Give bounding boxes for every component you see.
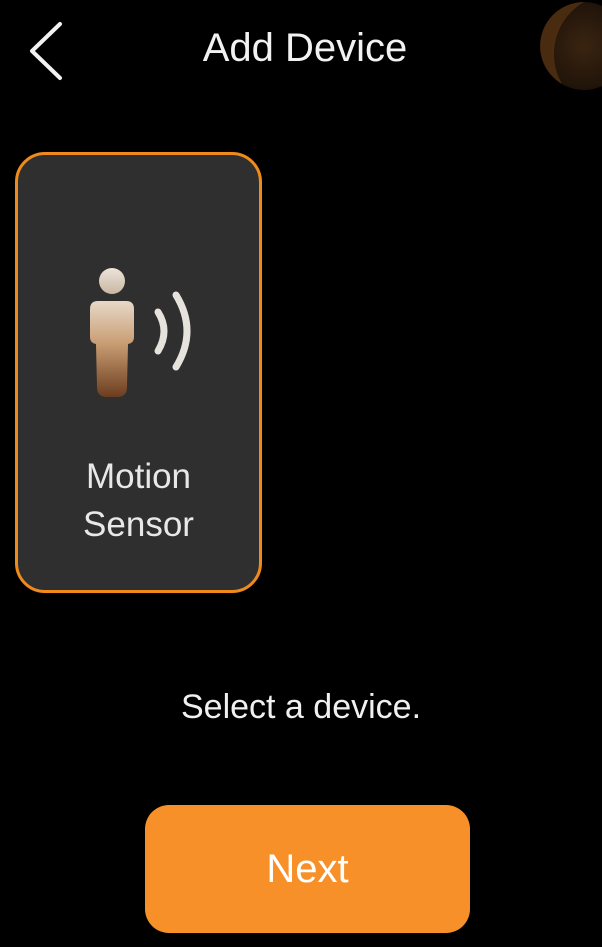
device-card-motion-sensor[interactable]: Motion Sensor bbox=[15, 152, 262, 593]
select-device-prompt: Select a device. bbox=[180, 688, 422, 726]
device-label-line1: Motion bbox=[85, 457, 192, 496]
page-title: Add Device bbox=[202, 26, 408, 70]
add-device-screen: Add Device Motion Sensor Select a device… bbox=[0, 0, 602, 947]
device-label: Motion Sensor bbox=[18, 453, 259, 549]
corner-decoration-icon bbox=[540, 2, 602, 90]
device-label-line2: Sensor bbox=[83, 505, 194, 544]
next-button-label: Next bbox=[266, 846, 349, 891]
chevron-left-icon bbox=[30, 22, 62, 80]
next-button[interactable]: Next bbox=[145, 805, 470, 933]
back-button[interactable] bbox=[18, 18, 74, 84]
motion-sensor-icon bbox=[90, 268, 191, 397]
